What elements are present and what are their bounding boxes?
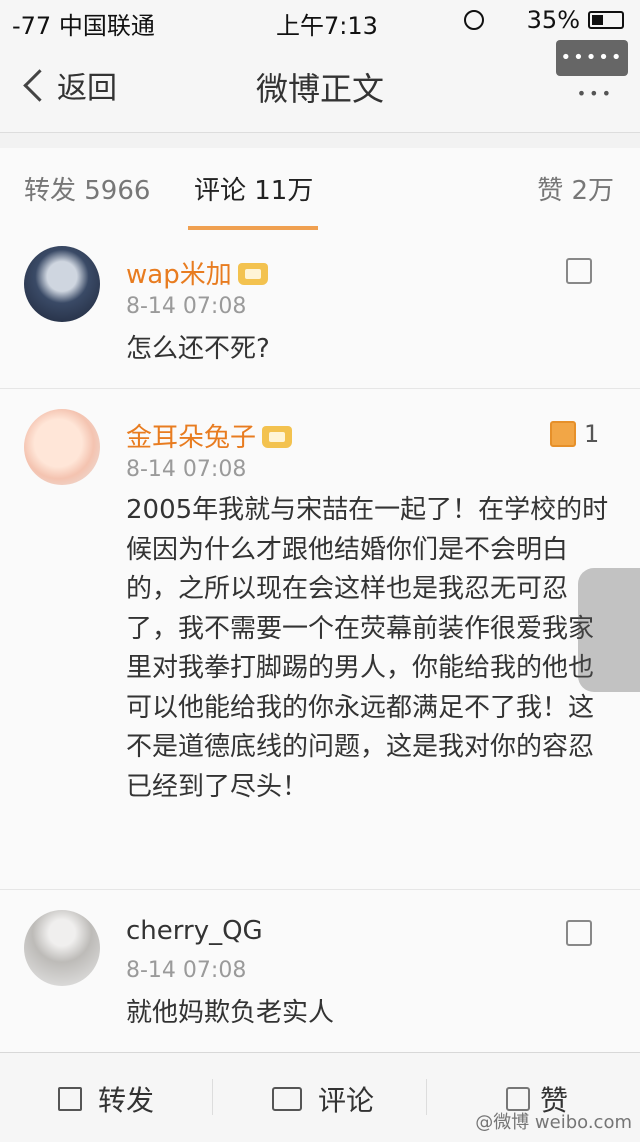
floating-assistive-touch[interactable] [578, 568, 640, 692]
divider [426, 1079, 427, 1115]
comment-item: cherry_QG 8-14 07:08 就他妈欺负老实人 [0, 890, 640, 1054]
comment-text: 2005年我就与宋喆在一起了！在学校的时候因为什么才跟他结婚你们是不会明白的，之… [126, 495, 609, 802]
comment-username[interactable]: wap米加 [126, 254, 268, 291]
more-dots-icon[interactable]: ••• [577, 84, 614, 103]
avatar[interactable] [24, 246, 100, 322]
active-tab-indicator [188, 226, 318, 230]
tab-bar: 转发 5966 评论 11万 赞 2万 [0, 148, 640, 233]
tab-reposts[interactable]: 转发 5966 [24, 170, 150, 207]
comment-time: 8-14 07:08 [126, 294, 247, 319]
comment-time: 8-14 07:08 [126, 457, 247, 482]
comment-label: 评论 [318, 1084, 375, 1117]
like-button[interactable]: 1 [550, 417, 614, 451]
comment-list: wap米加 8-14 07:08 怎么还不死? 金耳朵兔子 1 8-14 07:… [0, 232, 640, 1054]
username-text: wap米加 [126, 260, 232, 290]
status-bar: -77 中国联通 上午7:13 35% [0, 0, 640, 40]
thumbs-up-icon [550, 421, 576, 447]
like-button[interactable] [566, 916, 614, 950]
username-text: 金耳朵兔子 [126, 423, 257, 453]
tab-comments[interactable]: 评论 11万 [194, 170, 313, 207]
like-button[interactable] [566, 254, 614, 288]
comment-item: 金耳朵兔子 1 8-14 07:08 2005年我就与宋喆在一起了！在学校的时候… [0, 389, 640, 890]
avatar[interactable] [24, 409, 100, 485]
like-count: 1 [584, 420, 600, 448]
tab-likes[interactable]: 赞 2万 [537, 170, 614, 207]
comment-item: wap米加 8-14 07:08 怎么还不死? [0, 232, 640, 389]
share-icon [58, 1087, 82, 1111]
page-title: 微博正文 [255, 70, 384, 108]
battery-percent: 35% [526, 6, 580, 34]
watermark: @微博 weibo.com [475, 1112, 632, 1133]
username-text: cherry_QG [126, 916, 263, 946]
thumbs-up-icon [566, 920, 592, 946]
repost-label: 转发 [98, 1084, 155, 1117]
more-button[interactable]: ••••• [556, 40, 628, 76]
comment-username[interactable]: 金耳朵兔子 [126, 417, 293, 454]
avatar[interactable] [24, 910, 100, 986]
repost-button[interactable]: 转发 [58, 1079, 154, 1119]
comment-button[interactable]: 评论 [272, 1079, 374, 1119]
rotation-lock-icon [464, 10, 484, 30]
comment-text: 怎么还不死? [126, 334, 270, 364]
vip-crown-icon [262, 426, 293, 448]
divider [212, 1079, 213, 1115]
comment-icon [272, 1087, 302, 1111]
vip-crown-icon [237, 263, 268, 285]
battery-icon [588, 11, 624, 29]
comment-text: 就他妈欺负老实人 [126, 998, 335, 1028]
carrier-signal: -77 中国联通 [12, 12, 155, 40]
comment-time: 8-14 07:08 [126, 958, 247, 983]
status-time: 上午7:13 [276, 12, 378, 40]
thumbs-up-icon [566, 258, 592, 284]
nav-bar: 返回 微博正文 ••••• ••• [0, 40, 640, 133]
comment-username[interactable]: cherry_QG [126, 916, 263, 946]
